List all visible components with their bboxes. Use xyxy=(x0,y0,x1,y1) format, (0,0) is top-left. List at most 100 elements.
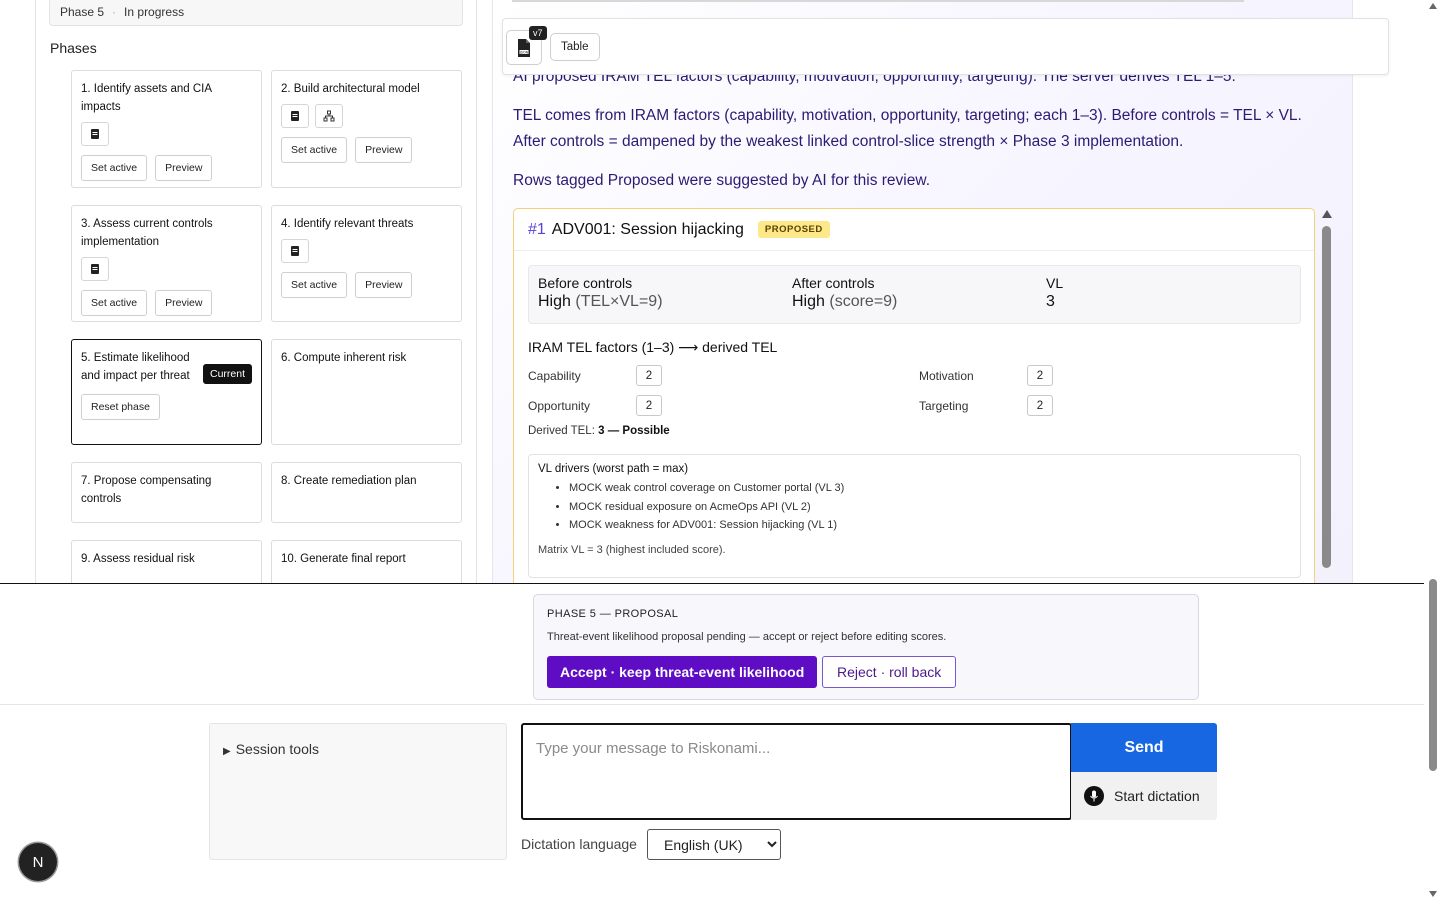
derived-tel-value: 3 — Possible xyxy=(598,425,670,437)
proposal-title: PHASE 5 — PROPOSAL xyxy=(547,608,679,620)
set-active-button[interactable]: Set active xyxy=(281,272,348,298)
triangle-right-icon: ▶ xyxy=(223,746,231,757)
list-item: MOCK residual exposure on AcmeOps API (V… xyxy=(569,498,1291,517)
scroll-thumb[interactable] xyxy=(1429,579,1437,771)
avatar[interactable]: N xyxy=(19,843,57,881)
table-button[interactable]: Table xyxy=(550,33,600,61)
derived-tel-label: Derived TEL: xyxy=(528,425,595,437)
page-scrollbar[interactable] xyxy=(1426,0,1440,900)
before-controls: Before controls High (TEL×VL=9) xyxy=(538,275,663,311)
phase-card-1: 1. Identify assets and CIA impacts Set a… xyxy=(71,70,262,188)
composer-divider xyxy=(0,704,1424,705)
set-active-button[interactable]: Set active xyxy=(281,137,348,163)
document-icon[interactable] xyxy=(281,239,309,263)
set-active-button[interactable]: Set active xyxy=(81,155,148,181)
after-controls-detail: (score=9) xyxy=(829,293,898,310)
scroll-up-icon[interactable] xyxy=(1429,3,1437,9)
session-tools-label: Session tools xyxy=(235,741,319,757)
phase-title: 5. Estimate likelihood and impact per th… xyxy=(81,352,190,382)
threat-number: #1 xyxy=(528,220,546,238)
phase-title: 1. Identify assets and CIA impacts xyxy=(81,83,212,113)
matrix-vl-note: Matrix VL = 3 (highest included score). xyxy=(538,543,726,556)
send-button[interactable]: Send xyxy=(1071,723,1217,772)
top-edge xyxy=(512,0,1244,2)
phase-title: 2. Build architectural model xyxy=(281,83,420,95)
threat-title: ADV001: Session hijacking xyxy=(551,220,744,238)
proposal-text: Threat-event likelihood proposal pending… xyxy=(547,631,947,643)
microphone-icon xyxy=(1084,786,1104,806)
after-controls-value: High xyxy=(792,293,825,310)
phase-card-7: 7. Propose compensating controls xyxy=(71,462,262,523)
document-icon[interactable] xyxy=(281,104,309,128)
after-controls-label: After controls xyxy=(792,275,875,291)
preview-button[interactable]: Preview xyxy=(155,290,213,316)
phase-card-5: 5. Estimate likelihood and impact per th… xyxy=(71,339,262,445)
scroll-up-icon[interactable] xyxy=(1322,210,1332,218)
document-icon[interactable] xyxy=(81,257,109,281)
card-scrollbar[interactable] xyxy=(1321,210,1333,584)
vl-drivers-title: VL drivers (worst path = max) xyxy=(538,463,689,475)
list-item: MOCK weakness for ADV001: Session hijack… xyxy=(569,516,1291,535)
start-dictation-label: Start dictation xyxy=(1114,788,1200,804)
preview-button[interactable]: Preview xyxy=(355,272,413,298)
reset-phase-button[interactable]: Reset phase xyxy=(81,394,160,420)
capability-label: Capability xyxy=(528,369,581,383)
opportunity-label: Opportunity xyxy=(528,399,591,413)
phase-status-bar: Phase 5 · In progress xyxy=(49,0,463,26)
message-input[interactable] xyxy=(521,723,1072,820)
start-dictation-button[interactable]: Start dictation xyxy=(1071,772,1217,820)
opportunity-input[interactable]: 2 xyxy=(636,395,662,416)
svg-text:JSON: JSON xyxy=(519,50,529,54)
phase-state: In progress xyxy=(124,5,185,19)
phase-title: 10. Generate final report xyxy=(281,553,406,565)
preview-button[interactable]: Preview xyxy=(155,155,213,181)
view-toolbar: JSON v7 Table xyxy=(502,18,1389,75)
accept-button[interactable]: Accept · keep threat-event likelihood xyxy=(547,656,818,688)
phase-title: 8. Create remediation plan xyxy=(281,475,417,487)
before-controls-label: Before controls xyxy=(538,275,633,291)
threat-header: #1 ADV001: Session hijacking PROPOSED xyxy=(514,209,1314,251)
phase-card-9: 9. Assess residual risk xyxy=(71,540,262,584)
current-badge: Current xyxy=(202,364,252,384)
set-active-button[interactable]: Set active xyxy=(81,290,148,316)
proposal-panel: PHASE 5 — PROPOSAL Threat-event likeliho… xyxy=(533,594,1199,700)
before-controls-value: High xyxy=(538,293,571,310)
before-controls-detail: (TEL×VL=9) xyxy=(575,293,663,310)
review-panel: AI proposed IRAM TEL factors (capability… xyxy=(492,0,1353,584)
targeting-label: Targeting xyxy=(919,399,969,413)
capability-input[interactable]: 2 xyxy=(636,365,662,386)
vl-drivers-list: MOCK weak control coverage on Customer p… xyxy=(569,479,1291,535)
scroll-thumb[interactable] xyxy=(1322,226,1331,568)
iram-heading: IRAM TEL factors (1–3) ⟶ derived TEL xyxy=(528,339,778,355)
phase-title: 9. Assess residual risk xyxy=(81,553,195,565)
phase-title: 7. Propose compensating controls xyxy=(81,475,212,505)
reject-button[interactable]: Reject · roll back xyxy=(822,656,957,688)
after-controls: After controls High (score=9) xyxy=(792,275,897,311)
vl-summary: VL 3 xyxy=(1046,275,1063,311)
dictation-language-select[interactable]: English (UK) xyxy=(647,829,781,860)
threat-card: #1 ADV001: Session hijacking PROPOSED Be… xyxy=(513,208,1315,584)
proposed-badge: PROPOSED xyxy=(757,221,830,238)
section-divider xyxy=(0,583,1424,584)
phase-title: 4. Identify relevant threats xyxy=(281,218,414,230)
json-file-icon[interactable]: JSON v7 xyxy=(506,26,547,65)
phase-card-4: 4. Identify relevant threats Set active … xyxy=(271,205,462,322)
phase-title: 3. Assess current controls implementatio… xyxy=(81,218,213,248)
targeting-input[interactable]: 2 xyxy=(1027,395,1053,416)
derived-tel: Derived TEL: 3 — Possible xyxy=(528,425,670,437)
list-item: MOCK weak control coverage on Customer p… xyxy=(569,479,1291,498)
risk-summary: Before controls High (TEL×VL=9) After co… xyxy=(528,265,1301,324)
vl-value: 3 xyxy=(1046,293,1055,310)
separator-dot: · xyxy=(112,5,117,19)
phase-card-6: 6. Compute inherent risk xyxy=(271,339,462,445)
phase-title: 6. Compute inherent risk xyxy=(281,352,407,364)
session-tools[interactable]: ▶ Session tools xyxy=(209,723,507,860)
phase-card-2: 2. Build architectural model Set active … xyxy=(271,70,462,188)
phases-heading: Phases xyxy=(50,40,97,56)
document-icon[interactable] xyxy=(81,122,109,146)
phases-panel: Phase 5 · In progress Phases 1. Identify… xyxy=(35,0,477,584)
scroll-down-icon[interactable] xyxy=(1429,891,1437,897)
preview-button[interactable]: Preview xyxy=(355,137,413,163)
diagram-icon[interactable] xyxy=(315,104,343,128)
motivation-input[interactable]: 2 xyxy=(1027,365,1053,386)
